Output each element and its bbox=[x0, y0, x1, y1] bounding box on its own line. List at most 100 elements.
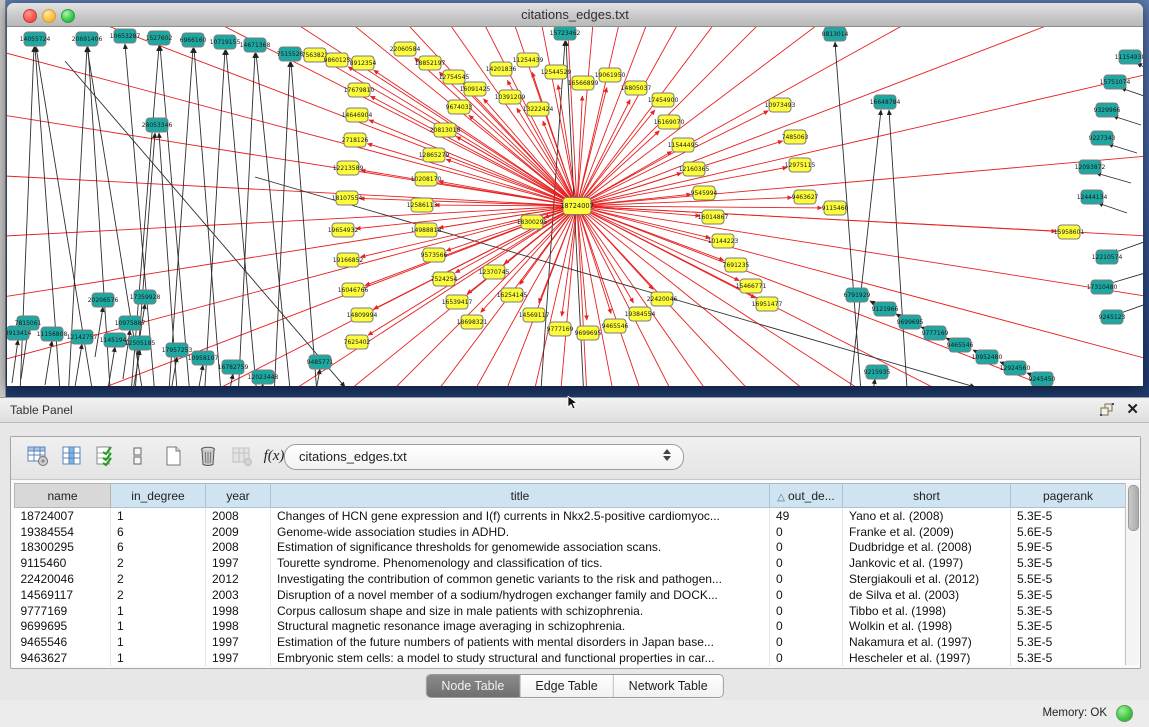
network-node[interactable]: 16254145 bbox=[497, 288, 528, 302]
new-column-button[interactable] bbox=[161, 443, 187, 469]
close-panel-icon[interactable]: ✕ bbox=[1126, 400, 1139, 418]
table-mode-button[interactable] bbox=[25, 443, 51, 469]
network-node[interactable]: 16169070 bbox=[654, 115, 685, 129]
network-node[interactable]: 19384554 bbox=[625, 307, 656, 321]
table-scrollbar[interactable] bbox=[1125, 483, 1139, 665]
column-header-out_de[interactable]: △out_de... bbox=[770, 484, 843, 508]
network-node[interactable]: 15751074 bbox=[1100, 75, 1131, 89]
network-node[interactable]: 9699695 bbox=[575, 326, 602, 340]
network-node[interactable]: 12142757 bbox=[67, 330, 98, 344]
network-window-titlebar[interactable]: citations_edges.txt bbox=[7, 3, 1143, 27]
network-node[interactable]: 9227343 bbox=[1089, 131, 1116, 145]
network-node[interactable]: 18724007 bbox=[560, 198, 594, 215]
network-node[interactable]: 22060584 bbox=[390, 42, 421, 56]
network-node[interactable]: 12586113 bbox=[407, 198, 438, 212]
network-node[interactable]: 9329966 bbox=[1094, 103, 1121, 117]
network-node[interactable]: 10952480 bbox=[972, 350, 1003, 364]
network-node[interactable]: 17310480 bbox=[1087, 280, 1118, 294]
network-node[interactable]: 16648784 bbox=[870, 95, 901, 109]
network-node[interactable]: 16014867 bbox=[698, 210, 729, 224]
tab-node-table[interactable]: Node Table bbox=[426, 675, 520, 697]
network-node[interactable]: 9115460 bbox=[822, 201, 849, 215]
network-node[interactable]: 18300295 bbox=[517, 215, 548, 229]
network-node[interactable]: 7625402 bbox=[344, 335, 371, 349]
network-node[interactable]: 10208170 bbox=[411, 172, 442, 186]
network-node[interactable]: 19061950 bbox=[595, 68, 626, 82]
table-row[interactable]: 2242004622012Investigating the contribut… bbox=[15, 571, 1126, 587]
network-node[interactable]: 28053346 bbox=[142, 118, 173, 132]
network-node[interactable]: 12370745 bbox=[479, 265, 510, 279]
network-node[interactable]: 20206576 bbox=[88, 293, 119, 307]
network-node[interactable]: 22420046 bbox=[647, 292, 678, 306]
network-node[interactable]: 11154938 bbox=[1115, 50, 1143, 64]
network-node[interactable]: 17679810 bbox=[344, 83, 375, 97]
network-node[interactable]: 15466771 bbox=[736, 279, 767, 293]
network-node[interactable]: 16951477 bbox=[752, 297, 783, 311]
column-header-name[interactable]: name bbox=[15, 484, 111, 508]
network-node[interactable]: 7691235 bbox=[723, 258, 750, 272]
network-node[interactable]: 9777169 bbox=[922, 326, 949, 340]
network-node[interactable]: 14055724 bbox=[20, 32, 51, 46]
network-node[interactable]: 19166852 bbox=[333, 253, 364, 267]
network-node[interactable]: 10653287 bbox=[110, 29, 141, 43]
table-row[interactable]: 946554611997Estimation of the future num… bbox=[15, 634, 1126, 650]
network-node[interactable]: 9860125 bbox=[324, 53, 351, 67]
network-graph[interactable]: 1830029522060584188521971275454516091425… bbox=[7, 27, 1143, 386]
table-row[interactable]: 911546021997Tourette syndrome. Phenomeno… bbox=[15, 555, 1126, 571]
network-node[interactable]: 20691406 bbox=[72, 32, 103, 46]
column-header-pagerank[interactable]: pagerank bbox=[1011, 484, 1126, 508]
network-node[interactable]: 9485771 bbox=[307, 355, 334, 369]
network-node[interactable]: 6791929 bbox=[844, 288, 871, 302]
network-node[interactable]: 7524254 bbox=[431, 272, 458, 286]
column-header-short[interactable]: short bbox=[843, 484, 1011, 508]
table-row[interactable]: 969969511998Structural magnetic resonanc… bbox=[15, 619, 1126, 635]
network-node[interactable]: 12754545 bbox=[439, 70, 470, 84]
network-node[interactable]: 12924560 bbox=[1000, 361, 1031, 375]
table-scrollbar-thumb[interactable] bbox=[1128, 485, 1139, 531]
network-node[interactable]: 3913414 bbox=[7, 326, 32, 340]
network-node[interactable]: 18698321 bbox=[457, 315, 488, 329]
network-window[interactable]: citations_edges.txt 18300295220605841885… bbox=[7, 3, 1143, 386]
network-node[interactable]: 16046766 bbox=[338, 283, 369, 297]
network-node[interactable]: 13222424 bbox=[523, 102, 554, 116]
network-node[interactable]: 9674033 bbox=[446, 100, 473, 114]
network-node[interactable]: 14809994 bbox=[347, 308, 378, 322]
column-header-in_degree[interactable]: in_degree bbox=[111, 484, 206, 508]
network-node[interactable]: 8813014 bbox=[822, 27, 849, 41]
network-node[interactable]: 9573566 bbox=[421, 248, 448, 262]
network-node[interactable]: 17359928 bbox=[130, 290, 161, 304]
table-row[interactable]: 977716911998Corpus callosum shape and si… bbox=[15, 603, 1126, 619]
network-node[interactable]: 2718126 bbox=[342, 133, 369, 147]
network-node[interactable]: 11254439 bbox=[513, 53, 544, 67]
network-node[interactable]: 15723462 bbox=[550, 27, 581, 40]
tab-network-table[interactable]: Network Table bbox=[614, 675, 723, 697]
network-node[interactable]: 7515526 bbox=[277, 47, 304, 61]
network-node[interactable]: 9463627 bbox=[792, 190, 819, 204]
column-header-year[interactable]: year bbox=[206, 484, 271, 508]
network-node[interactable]: 14988818 bbox=[411, 223, 442, 237]
table-selector-dropdown[interactable]: citations_edges.txt bbox=[284, 444, 684, 470]
rows-button[interactable] bbox=[125, 443, 151, 469]
float-panel-icon[interactable] bbox=[1099, 402, 1115, 418]
network-node[interactable]: 15958601 bbox=[1054, 225, 1085, 239]
network-node[interactable]: 7485063 bbox=[782, 130, 809, 144]
network-node[interactable]: 12505185 bbox=[125, 336, 156, 350]
network-node[interactable]: 10144223 bbox=[708, 234, 739, 248]
column-visibility-button[interactable] bbox=[59, 443, 85, 469]
network-node[interactable]: 8912354 bbox=[350, 56, 377, 70]
network-node[interactable]: 17454900 bbox=[648, 93, 679, 107]
network-node[interactable]: 12444134 bbox=[1077, 190, 1108, 204]
network-node[interactable]: 9777169 bbox=[547, 322, 574, 336]
network-node[interactable]: 11156808 bbox=[37, 327, 68, 341]
network-node[interactable]: 6966160 bbox=[180, 33, 207, 47]
network-canvas[interactable]: 1830029522060584188521971275454516091425… bbox=[7, 27, 1143, 386]
table-row[interactable]: 1872400712008Changes of HCN gene express… bbox=[15, 508, 1126, 524]
network-node[interactable]: 10975887 bbox=[115, 316, 146, 330]
network-node[interactable]: 16091425 bbox=[460, 82, 491, 96]
network-node[interactable]: 14805037 bbox=[621, 81, 652, 95]
network-node[interactable]: 12023448 bbox=[248, 370, 279, 384]
network-node[interactable]: 9699695 bbox=[897, 315, 924, 329]
network-node[interactable]: 16782759 bbox=[218, 360, 249, 374]
network-node[interactable]: 11544495 bbox=[668, 138, 699, 152]
tab-edge-table[interactable]: Edge Table bbox=[520, 675, 613, 697]
